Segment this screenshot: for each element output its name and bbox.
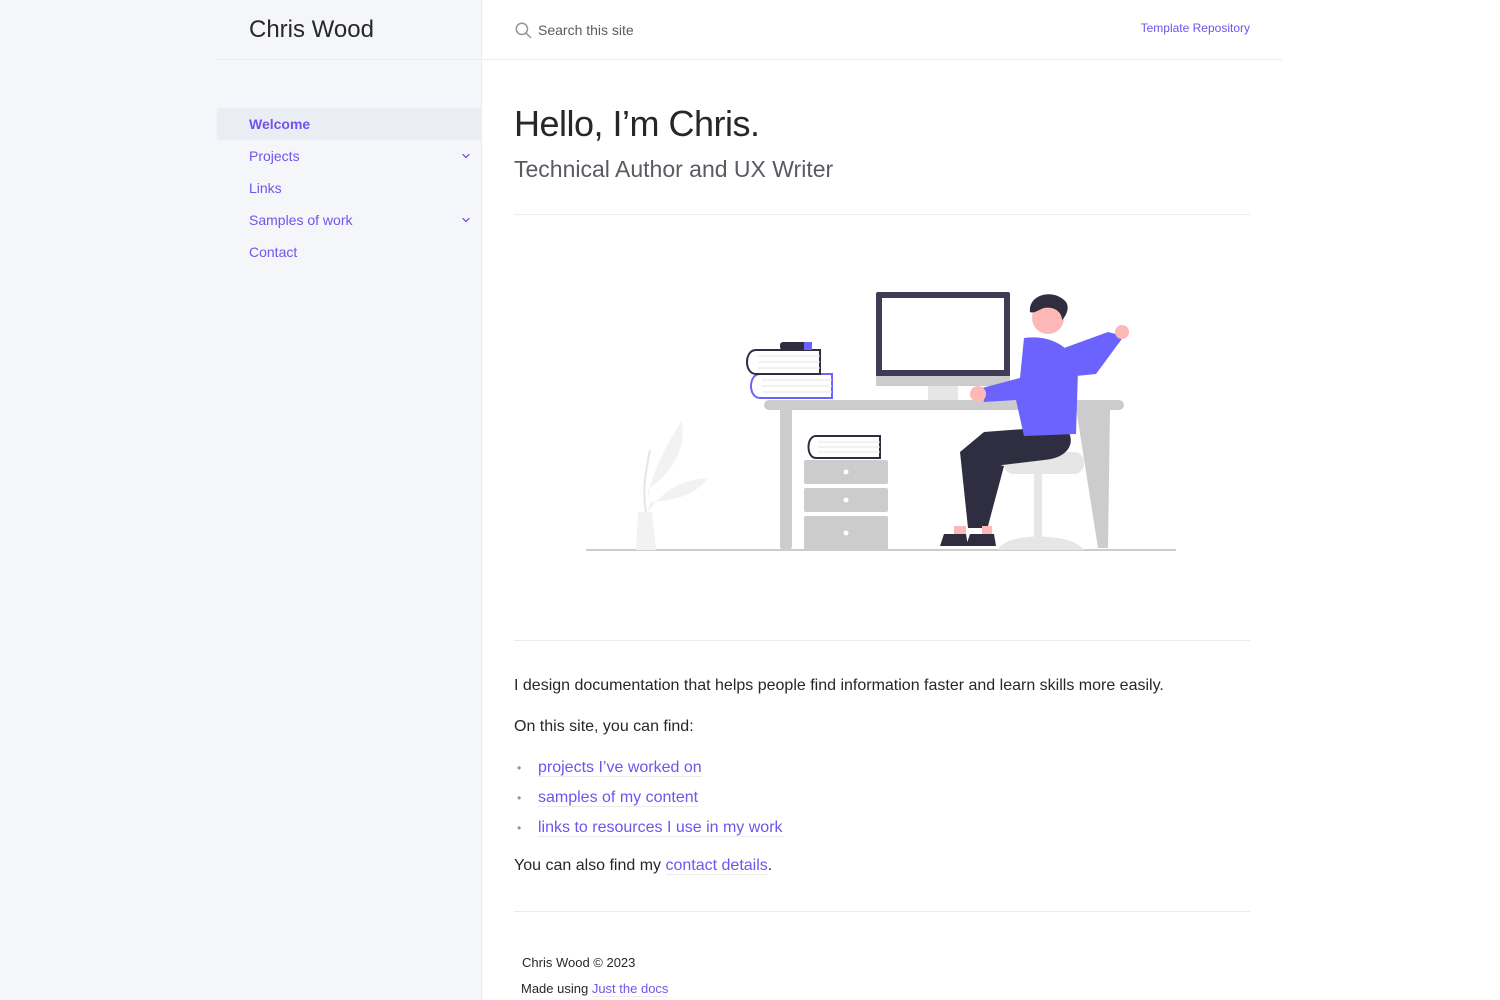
find-lead-paragraph: On this site, you can find: <box>514 718 694 735</box>
divider <box>514 911 1250 912</box>
nav-item-projects[interactable]: Projects <box>217 140 482 172</box>
list-item: projects I’ve worked on <box>514 755 1250 781</box>
just-the-docs-link[interactable]: Just the docs <box>591 981 669 997</box>
nav-item-label: Links <box>249 180 282 196</box>
search-icon <box>515 22 532 39</box>
projects-link[interactable]: projects I’ve worked on <box>538 759 702 777</box>
template-repository-link[interactable]: Template Repository <box>1141 21 1250 35</box>
contact-text: You can also find my <box>514 857 666 874</box>
contact-paragraph: You can also find my contact details. <box>514 853 1250 879</box>
hero-illustration <box>514 215 1250 640</box>
find-links-list: projects I’ve worked on samples of my co… <box>514 755 1250 841</box>
list-item: links to resources I use in my work <box>514 815 1250 841</box>
divider <box>514 640 1250 641</box>
main-header: Template Repository <box>482 0 1282 60</box>
search-input[interactable] <box>538 18 938 42</box>
nav-item-links[interactable]: Links <box>217 172 482 204</box>
page-subtitle: Technical Author and UX Writer <box>514 156 834 182</box>
sidebar-nav: Welcome Projects Links Samples of work C… <box>217 108 482 268</box>
resources-link[interactable]: links to resources I use in my work <box>538 819 783 837</box>
nav-item-samples-of-work[interactable]: Samples of work <box>217 204 482 236</box>
nav-item-contact[interactable]: Contact <box>217 236 482 268</box>
chevron-down-icon[interactable] <box>460 214 472 226</box>
footer: Chris Wood © 2023 Made using Just the do… <box>514 950 1250 1000</box>
made-using-text: Made using Just the docs <box>521 976 1250 1000</box>
nav-item-label: Contact <box>249 244 298 260</box>
list-item: samples of my content <box>514 785 1250 811</box>
contact-period: . <box>767 857 773 874</box>
contact-details-link[interactable]: contact details <box>665 857 768 875</box>
copyright-text: Chris Wood © 2023 <box>522 955 636 970</box>
nav-item-label: Welcome <box>249 116 311 132</box>
chevron-down-icon[interactable] <box>460 150 472 162</box>
site-header: Chris Wood <box>217 0 482 60</box>
made-using-label: Made using <box>521 981 592 996</box>
person-at-desk-illustration <box>586 292 1176 551</box>
page-title: Hello, I’m Chris. <box>514 103 760 144</box>
intro-paragraph: I design documentation that helps people… <box>514 677 1164 694</box>
nav-item-label: Projects <box>249 148 300 164</box>
site-title-link[interactable]: Chris Wood <box>249 16 374 44</box>
nav-item-label: Samples of work <box>249 212 353 228</box>
main-content: Hello, I’m Chris. Technical Author and U… <box>514 100 1250 1000</box>
nav-item-welcome[interactable]: Welcome <box>217 108 482 140</box>
samples-link[interactable]: samples of my content <box>538 789 699 807</box>
